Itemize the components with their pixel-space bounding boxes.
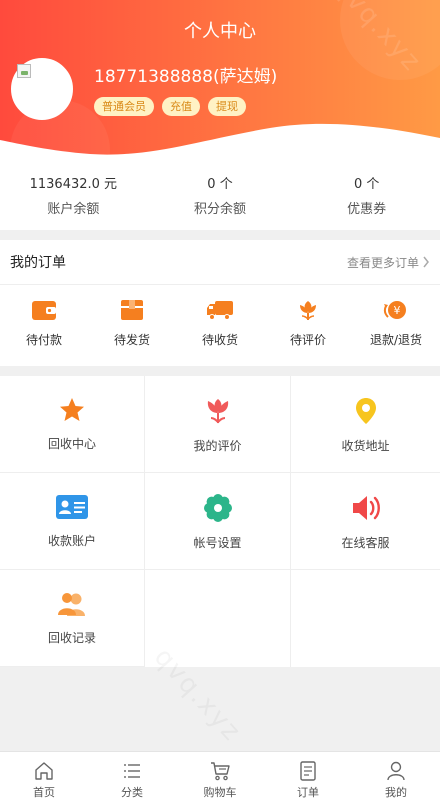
grid-item-label: 收款账户 [47, 534, 96, 548]
users-icon [58, 593, 85, 616]
grid-empty-cell [145, 570, 291, 667]
withdraw-button[interactable]: 提现 [208, 97, 246, 116]
order-refund[interactable]: ¥ 退款/退货 [352, 285, 440, 365]
chevron-right-icon [423, 256, 429, 268]
tab-mine[interactable]: 我的 [352, 752, 440, 802]
stat-coupons[interactable]: 0 个 优惠券 [293, 160, 440, 230]
tab-label: 购物车 [203, 786, 237, 799]
view-more-orders-link[interactable]: 查看更多订单 [347, 254, 430, 271]
grid-item-label: 回收记录 [47, 631, 96, 645]
orders-title: 我的订单 [10, 255, 66, 271]
username: 18771388888(萨达姆) [94, 67, 278, 87]
wallet-icon [32, 301, 56, 320]
stat-label: 账户余额 [47, 202, 100, 217]
star-icon [60, 398, 84, 421]
speaker-icon [352, 496, 380, 520]
box-icon [121, 300, 143, 320]
stat-value: 0 个 [353, 177, 380, 192]
grid-item-shipping-address[interactable]: 收货地址 [291, 376, 440, 473]
order-pending-receipt[interactable]: 待收货 [176, 285, 264, 365]
home-icon [35, 762, 53, 780]
grid-item-label: 在线客服 [341, 536, 390, 550]
grid-item-account-settings[interactable]: 帐号设置 [145, 473, 291, 570]
stat-label: 优惠券 [347, 202, 387, 217]
account-stats: 1136432.0 元 账户余额 0 个 积分余额 0 个 优惠券 [0, 160, 440, 230]
order-item-label: 待收货 [201, 333, 238, 347]
orders-header: 我的订单 查看更多订单 [0, 240, 440, 285]
svg-text:¥: ¥ [394, 304, 401, 317]
order-item-label: 待发货 [113, 333, 150, 347]
grid-item-recycle-center[interactable]: 回收中心 [0, 376, 145, 473]
member-tags: 普通会员 充值 提现 [94, 97, 246, 116]
tab-label: 分类 [121, 786, 143, 799]
grid-empty-cell [291, 570, 440, 667]
grid-item-my-reviews[interactable]: 我的评价 [145, 376, 291, 473]
stat-value: 0 个 [207, 177, 233, 192]
tab-label: 我的 [385, 786, 407, 799]
tab-category[interactable]: 分类 [88, 752, 176, 802]
list-icon [124, 764, 140, 778]
order-pending-shipment[interactable]: 待发货 [88, 285, 176, 365]
member-level-badge: 普通会员 [94, 97, 154, 116]
tab-cart[interactable]: 购物车 [176, 752, 264, 802]
tulip-icon [207, 399, 228, 424]
grid-item-label: 收货地址 [341, 439, 390, 453]
bottom-tab-bar: 首页 分类 购物车 订单 我的 [0, 751, 440, 802]
view-more-label: 查看更多订单 [346, 255, 419, 270]
grid-item-payment-account[interactable]: 收款账户 [0, 473, 145, 570]
stat-label: 积分余额 [194, 202, 247, 217]
tab-home[interactable]: 首页 [0, 752, 88, 802]
flower-icon [300, 301, 316, 321]
tab-label: 订单 [297, 786, 319, 799]
order-item-label: 待付款 [25, 333, 62, 347]
order-item-label: 退款/退货 [369, 333, 423, 347]
location-pin-icon [355, 398, 376, 424]
profile-header: qvq.xyz 个人中心 18771388888(萨达姆) 普通会员 充值 提现 [0, 0, 440, 160]
cart-icon [211, 762, 230, 781]
recharge-button[interactable]: 充值 [162, 97, 200, 116]
grid-item-label: 回收中心 [47, 437, 96, 451]
grid-item-label: 帐号设置 [193, 536, 242, 550]
avatar[interactable] [11, 58, 73, 120]
page-title: 个人中心 [184, 21, 256, 42]
stat-balance[interactable]: 1136432.0 元 账户余额 [0, 160, 147, 230]
stat-value: 1136432.0 元 [29, 177, 118, 192]
tab-label: 首页 [33, 786, 55, 799]
grid-item-label: 我的评价 [193, 439, 242, 453]
tab-orders[interactable]: 订单 [264, 752, 352, 802]
person-icon [387, 761, 405, 781]
gear-icon [203, 494, 232, 522]
order-pending-payment[interactable]: 待付款 [0, 285, 88, 365]
order-pending-review[interactable]: 待评价 [264, 285, 352, 365]
stat-points[interactable]: 0 个 积分余额 [147, 160, 294, 230]
truck-icon [207, 301, 233, 320]
service-grid: 回收中心 我的评价 收货地址 收款账户 帐号设置 在线客服 回收记录 [0, 376, 440, 667]
grid-item-recycle-records[interactable]: 回收记录 [0, 570, 145, 667]
document-icon [300, 761, 316, 781]
id-card-icon [56, 495, 88, 519]
broken-image-icon [17, 64, 31, 78]
orders-section: 我的订单 查看更多订单 待付款 待发货 待收货 待评价 ¥ 退款/退货 [0, 240, 440, 366]
grid-item-online-support[interactable]: 在线客服 [291, 473, 440, 570]
order-item-label: 待评价 [289, 333, 326, 347]
refund-icon: ¥ [383, 301, 406, 319]
